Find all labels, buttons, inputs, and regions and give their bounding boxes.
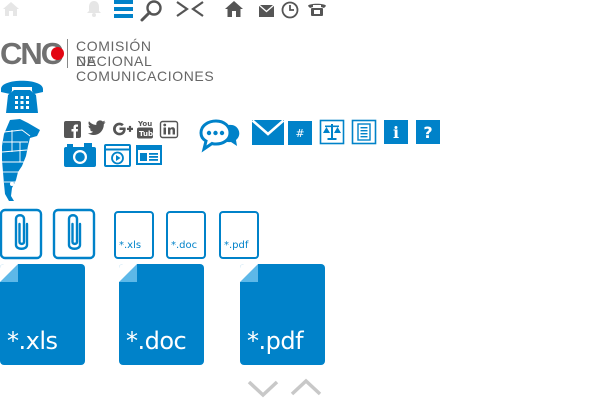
hash-label: #: [295, 126, 305, 140]
social-icons: You Tube: [64, 120, 184, 140]
collapse-icon[interactable]: [175, 1, 205, 17]
mail-envelope-icon[interactable]: [251, 119, 285, 145]
xls-file-icon[interactable]: *.xls: [114, 211, 154, 259]
menu-icon[interactable]: [114, 0, 133, 18]
youtube-icon[interactable]: You Tube: [137, 119, 158, 139]
scales-icon[interactable]: [319, 119, 345, 145]
svg-text:Tube: Tube: [139, 130, 158, 138]
news-icon[interactable]: [136, 145, 162, 165]
mail-icon[interactable]: [258, 4, 275, 17]
doc-tile-label: *.doc: [126, 327, 187, 355]
page-fold: [119, 264, 137, 282]
argentina-map-icon[interactable]: [0, 118, 44, 202]
chevron-down-icon[interactable]: [247, 380, 279, 398]
pdf-file-icon[interactable]: *.pdf: [219, 211, 259, 259]
logo-line-2: DE COMUNICACIONES: [76, 53, 215, 84]
info-button[interactable]: i: [384, 120, 408, 144]
twitter-icon[interactable]: [87, 120, 106, 135]
pdf-download-tile[interactable]: *.pdf: [240, 264, 325, 365]
media-icons: [64, 143, 164, 169]
search-icon[interactable]: [140, 0, 164, 22]
paperclip-icon[interactable]: [52, 208, 97, 260]
bell-icon[interactable]: [86, 0, 102, 17]
doc-download-tile[interactable]: *.doc: [119, 264, 204, 365]
pdf-tile-label: *.pdf: [247, 327, 304, 355]
cnc-logo[interactable]: CNC COMISIÓN NACIONAL DE COMUNICACIONES: [0, 38, 230, 84]
doc-file-icon[interactable]: *.doc: [166, 211, 206, 259]
paperclip-icon[interactable]: [0, 208, 44, 260]
xls-file-label: *.xls: [119, 240, 142, 251]
home-icon[interactable]: [2, 1, 20, 17]
pdf-file-label: *.pdf: [224, 240, 249, 251]
camera-icon[interactable]: [64, 143, 96, 167]
home-icon[interactable]: [224, 0, 244, 18]
facebook-icon[interactable]: [64, 121, 81, 138]
linkedin-icon[interactable]: [159, 120, 179, 139]
doc-file-label: *.doc: [171, 240, 198, 251]
xls-tile-label: *.xls: [7, 327, 58, 355]
video-icon[interactable]: [104, 144, 131, 167]
page-fold: [0, 264, 18, 282]
phone-icon[interactable]: [307, 2, 327, 17]
document-icon[interactable]: [351, 119, 377, 145]
page-fold: [240, 264, 258, 282]
info-label: i: [392, 122, 400, 142]
top-icon-bar: [0, 0, 340, 22]
help-button[interactable]: ?: [416, 120, 440, 144]
chevron-up-icon[interactable]: [290, 378, 322, 396]
svg-text:You: You: [137, 120, 152, 128]
google-plus-icon[interactable]: [113, 120, 133, 139]
logo-divider: [67, 39, 68, 68]
help-label: ?: [423, 122, 433, 142]
chat-icon[interactable]: [199, 119, 242, 155]
hash-button[interactable]: #: [288, 121, 312, 145]
logo-dot: [50, 46, 65, 61]
xls-download-tile[interactable]: *.xls: [0, 264, 85, 365]
telephone-icon[interactable]: [0, 78, 44, 114]
clock-icon[interactable]: [281, 1, 299, 19]
